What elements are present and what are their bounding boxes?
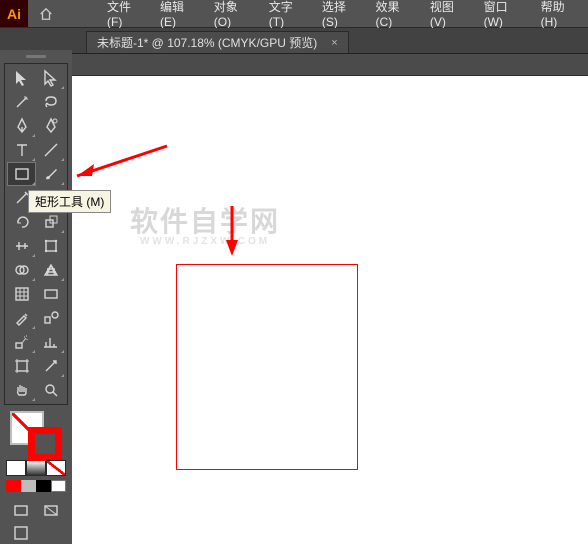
blend-tool[interactable]	[36, 306, 65, 330]
menu-edit[interactable]: 编辑(E)	[153, 0, 207, 29]
column-graph-tool[interactable]	[36, 330, 65, 354]
mesh-tool[interactable]	[7, 282, 36, 306]
document-tab-title: 未标题-1* @ 107.18% (CMYK/GPU 预览)	[97, 34, 317, 51]
menu-type[interactable]: 文字(T)	[262, 0, 315, 29]
change-screen-icon[interactable]	[6, 522, 36, 544]
eyedropper-tool[interactable]	[7, 306, 36, 330]
color-mode-none[interactable]	[46, 460, 66, 476]
document-tab[interactable]: 未标题-1* @ 107.18% (CMYK/GPU 预览) ×	[86, 31, 349, 53]
swatch-gray[interactable]	[21, 480, 36, 492]
panel-collapse-grip[interactable]	[0, 50, 72, 63]
artboard-tool[interactable]	[7, 354, 36, 378]
close-tab-icon[interactable]: ×	[331, 37, 337, 49]
draw-mode-icon[interactable]	[36, 500, 66, 522]
swatch-black[interactable]	[36, 480, 51, 492]
menu-view[interactable]: 视图(V)	[423, 0, 477, 29]
tool-tooltip: 矩形工具 (M)	[28, 190, 111, 213]
gradient-tool[interactable]	[36, 282, 65, 306]
hand-tool[interactable]	[7, 378, 36, 402]
annotation-arrow-to-tool	[77, 146, 167, 176]
zoom-tool[interactable]	[36, 378, 65, 402]
pen-tool[interactable]	[7, 114, 36, 138]
type-tool[interactable]	[7, 138, 36, 162]
rotate-tool[interactable]	[7, 210, 36, 234]
symbol-sprayer-tool[interactable]	[7, 330, 36, 354]
fill-stroke-swatch[interactable]	[6, 409, 66, 458]
tools-panel	[4, 63, 68, 405]
paintbrush-tool[interactable]	[36, 162, 65, 186]
annotation-arrow-to-shape	[226, 206, 238, 256]
screen-mode-icon[interactable]	[6, 500, 36, 522]
swatch-red[interactable]	[6, 480, 21, 492]
selection-tool[interactable]	[7, 66, 36, 90]
document-canvas[interactable]: 软件自学网 WWW.RJZXW.COM	[72, 76, 588, 544]
perspective-grid-tool[interactable]	[36, 258, 65, 282]
scale-tool[interactable]	[36, 210, 65, 234]
curvature-tool[interactable]	[36, 114, 65, 138]
menu-window[interactable]: 窗口(W)	[477, 0, 534, 29]
rectangle-tool[interactable]	[7, 162, 36, 186]
menu-object[interactable]: 对象(O)	[207, 0, 262, 29]
width-tool[interactable]	[7, 234, 36, 258]
menu-select[interactable]: 选择(S)	[315, 0, 369, 29]
menu-effect[interactable]: 效果(C)	[369, 0, 423, 29]
menu-file[interactable]: 文件(F)	[100, 0, 153, 29]
slice-tool[interactable]	[36, 354, 65, 378]
shape-builder-tool[interactable]	[7, 258, 36, 282]
color-row	[6, 480, 66, 492]
lasso-tool[interactable]	[36, 90, 65, 114]
menu-help[interactable]: 帮助(H)	[534, 0, 588, 29]
color-mode-solid[interactable]	[6, 460, 26, 476]
color-mode-gradient[interactable]	[26, 460, 46, 476]
magic-wand-tool[interactable]	[7, 90, 36, 114]
direct-selection-tool[interactable]	[36, 66, 65, 90]
line-segment-tool[interactable]	[36, 138, 65, 162]
swatch-white[interactable]	[51, 480, 66, 492]
stroke-swatch[interactable]	[28, 427, 62, 461]
free-transform-tool[interactable]	[36, 234, 65, 258]
